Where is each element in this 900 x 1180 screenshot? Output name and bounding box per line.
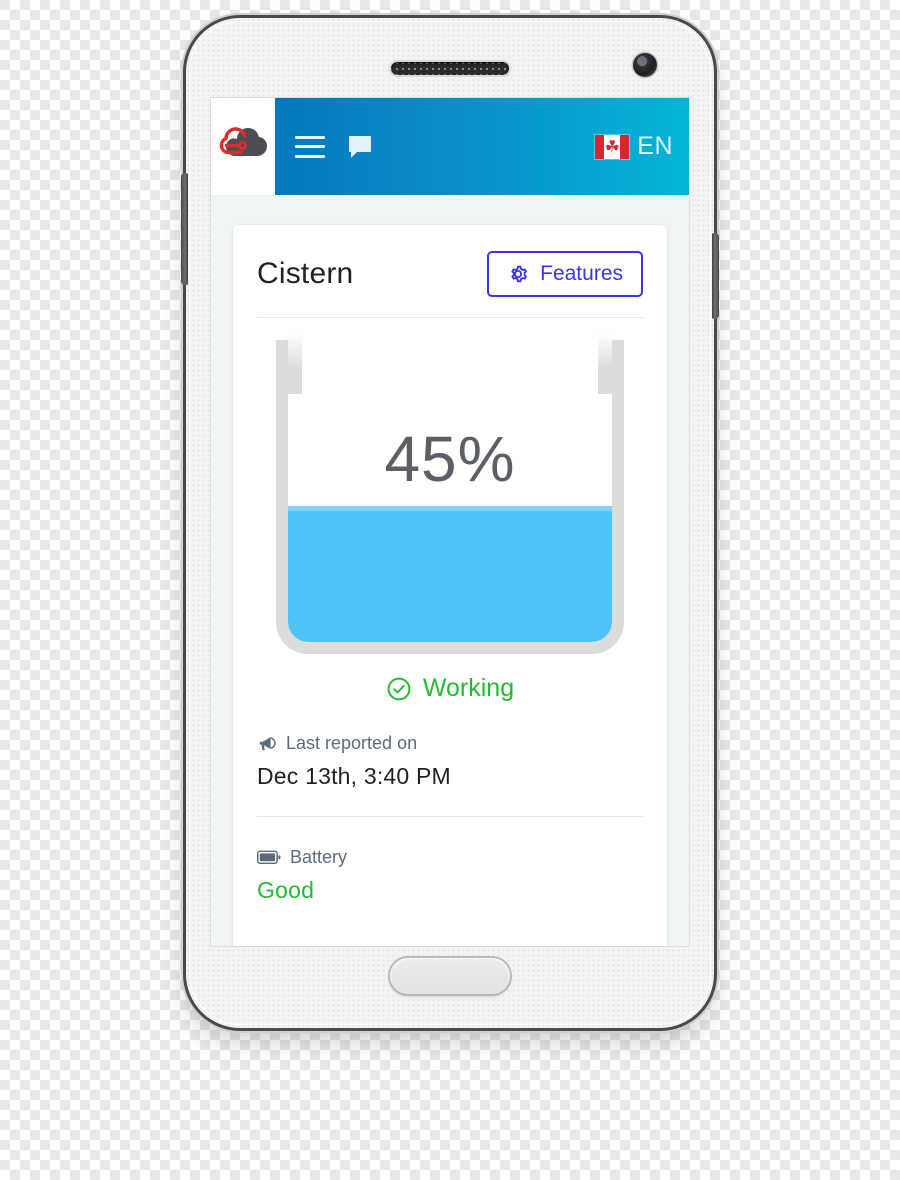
cloud-logo-icon (217, 125, 269, 169)
chat-bubble-icon[interactable] (347, 134, 373, 160)
maple-leaf-glyph: ☘ (604, 137, 620, 156)
canada-flag-icon: ☘ (595, 134, 630, 159)
header-bar: ☘ EN (275, 98, 689, 195)
phone-screen: ☘ EN Cistern Features 45% Working Last r… (211, 98, 689, 946)
earpiece-speaker (391, 62, 509, 75)
last-reported-label-row: Last reported on (257, 733, 643, 754)
megaphone-icon (257, 735, 277, 753)
features-button[interactable]: Features (487, 251, 643, 297)
tank-lip-right (598, 334, 624, 394)
tank-lip-left (276, 334, 302, 394)
tank-gauge-container: 45% (233, 318, 667, 654)
features-button-label: Features (540, 262, 623, 285)
language-selector[interactable]: ☘ EN (595, 132, 673, 161)
battery-label-row: Battery (257, 847, 643, 868)
device-status-label: Working (422, 674, 515, 702)
last-reported-value: Dec 13th, 3:40 PM (257, 763, 451, 789)
fill-percentage-label: 45% (384, 423, 516, 495)
battery-section: Battery Good (233, 847, 667, 904)
water-fill-level (288, 506, 612, 642)
hamburger-line (295, 145, 325, 148)
cistern-card: Cistern Features 45% Working Last report… (233, 225, 667, 946)
hamburger-line (295, 154, 325, 158)
front-camera-icon (633, 53, 657, 77)
volume-button[interactable] (181, 173, 188, 285)
hamburger-line (295, 135, 325, 139)
language-code-label: EN (637, 132, 673, 160)
last-reported-section: Last reported on Dec 13th, 3:40 PM (233, 733, 667, 790)
card-header: Cistern Features (233, 225, 667, 297)
logo-container[interactable] (211, 98, 275, 195)
battery-label: Battery (290, 847, 348, 867)
home-button[interactable] (390, 958, 510, 994)
battery-value: Good (257, 877, 315, 903)
last-reported-label: Last reported on (286, 733, 418, 753)
battery-divider (257, 816, 643, 817)
power-button[interactable] (712, 233, 719, 319)
gear-icon (507, 263, 529, 285)
tank-body (276, 340, 624, 654)
page-title: Cistern (257, 257, 354, 290)
phone-device: ☘ EN Cistern Features 45% Working Last r… (181, 18, 719, 1028)
hamburger-menu-icon[interactable] (295, 135, 325, 158)
device-status: Working (233, 674, 667, 703)
app-header: ☘ EN (211, 98, 689, 195)
battery-icon (257, 850, 281, 865)
tank-gauge: 45% (276, 334, 624, 654)
check-circle-icon (386, 676, 412, 702)
